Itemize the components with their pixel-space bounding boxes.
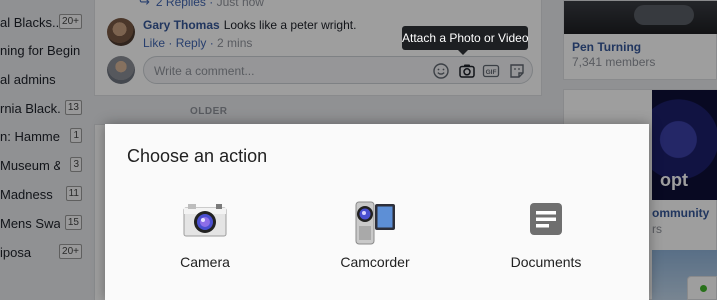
camcorder-icon <box>352 200 398 251</box>
dialog-title: Choose an action <box>127 146 268 166</box>
camcorder-action[interactable]: Camcorder <box>305 194 445 284</box>
camera-label: Camera <box>180 254 230 270</box>
choose-action-dialog: Choose an action Camera Camcorder Docume… <box>105 124 649 300</box>
documents-label: Documents <box>510 254 582 270</box>
camcorder-label: Camcorder <box>340 254 410 270</box>
camera-icon <box>182 200 228 245</box>
documents-action[interactable]: Documents <box>476 194 616 284</box>
tooltip-arrow <box>458 50 468 55</box>
camera-action[interactable]: Camera <box>135 194 275 284</box>
documents-icon <box>523 200 569 245</box>
attach-photo-tooltip: Attach a Photo or Video <box>402 26 529 50</box>
